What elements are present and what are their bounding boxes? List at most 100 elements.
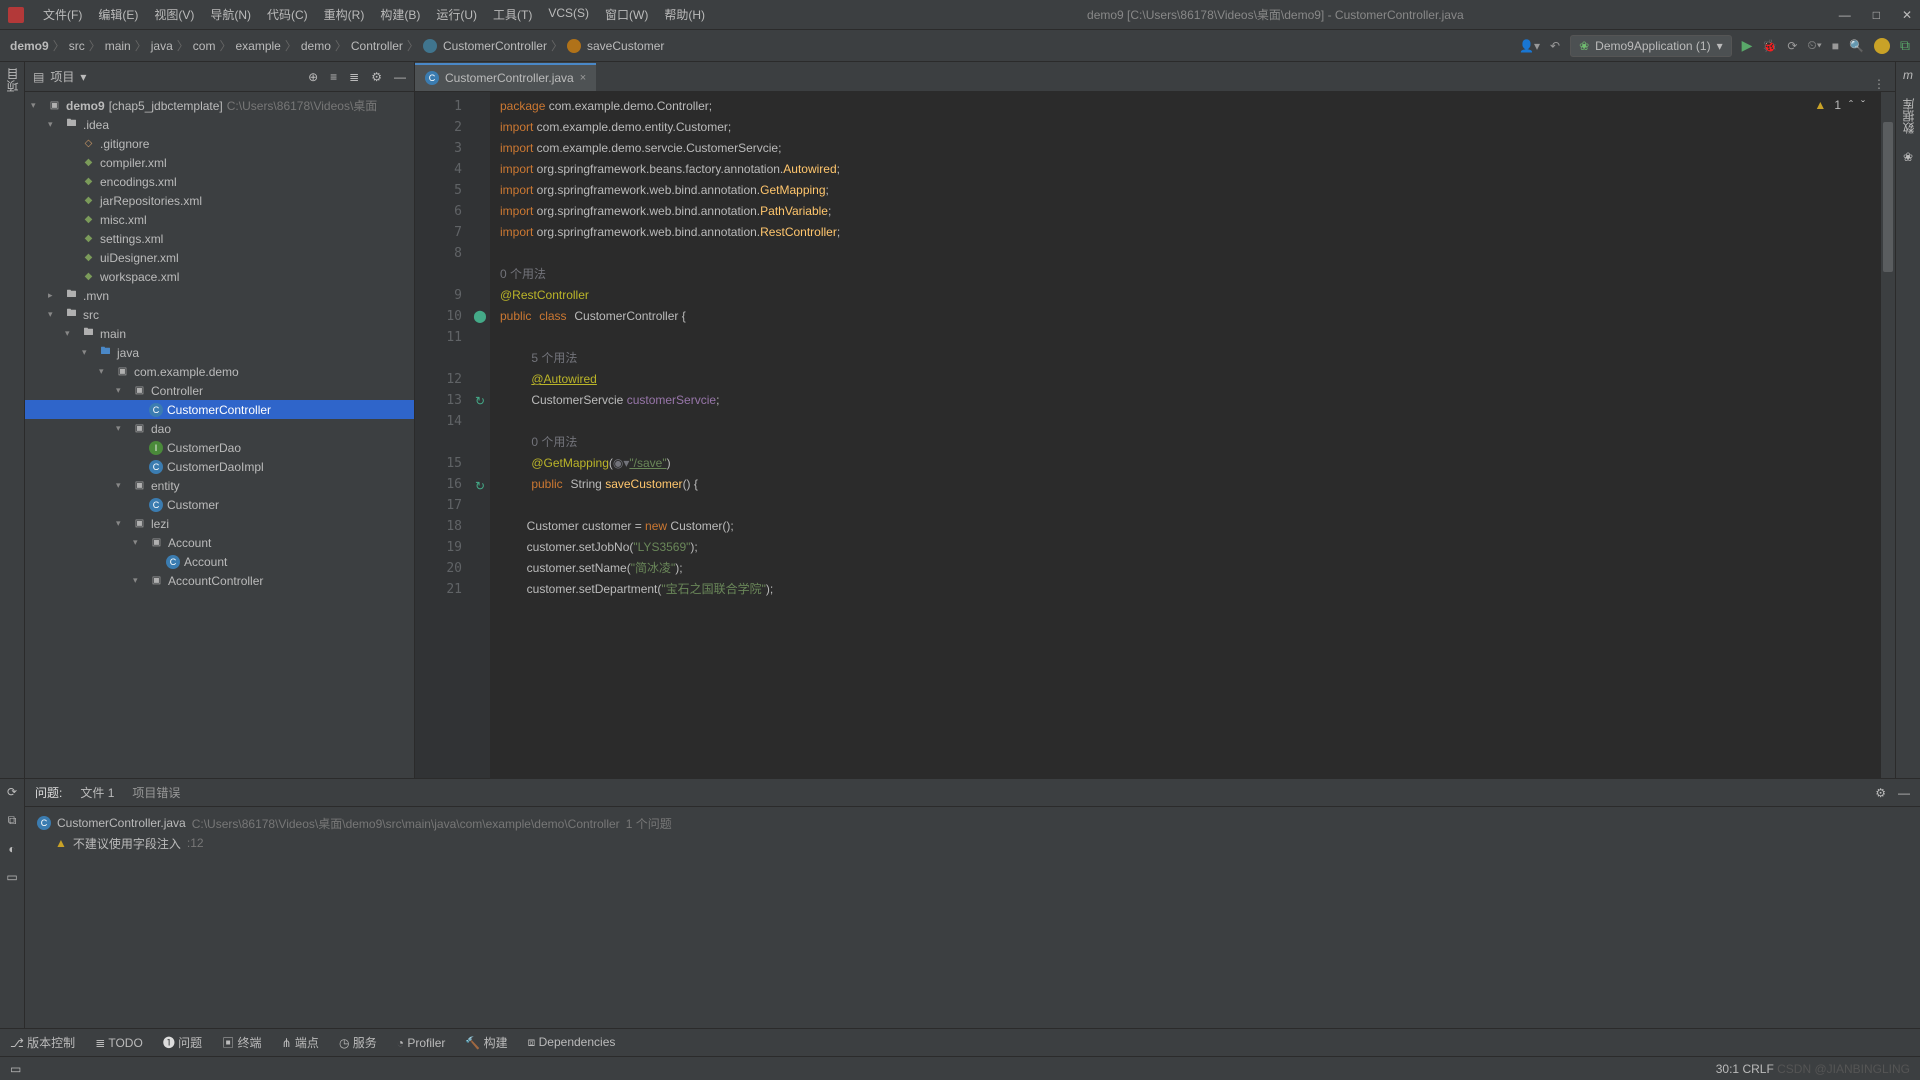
problem-file-row[interactable]: C CustomerController.java C:\Users\86178… <box>37 813 1908 833</box>
tree-node[interactable]: ▾▣Controller <box>25 381 414 400</box>
eye-icon[interactable]: ◐ <box>8 842 15 856</box>
crumb[interactable]: com <box>193 39 216 53</box>
problems-side-strip[interactable]: ⟳ ⧉ ◐ ▭ <box>0 779 25 1028</box>
tree-node[interactable]: CCustomerController <box>25 400 414 419</box>
main-menu[interactable]: 文件(F) 编辑(E) 视图(V) 导航(N) 代码(C) 重构(R) 构建(B… <box>36 2 712 27</box>
filter-icon[interactable]: ⧉ <box>8 813 17 828</box>
maven-icon[interactable]: m <box>1903 68 1913 82</box>
tab-terminal[interactable]: ▣ 终端 <box>222 1034 261 1051</box>
menu-tools[interactable]: 工具(T) <box>486 2 539 27</box>
status-left-icon[interactable]: ▭ <box>10 1062 21 1076</box>
problems-tab-project[interactable]: 项目错误 <box>132 784 180 801</box>
crumb-root[interactable]: demo9 <box>10 39 49 53</box>
tree-node[interactable]: CCustomer <box>25 495 414 514</box>
tab-services[interactable]: ◷ 服务 <box>339 1034 377 1051</box>
project-tree[interactable]: ▾▣ demo9 [chap5_jdbctemplate] C:\Users\8… <box>25 92 414 778</box>
close-tab-icon[interactable]: × <box>580 72 586 84</box>
menu-vcs[interactable]: VCS(S) <box>541 2 596 27</box>
tree-node[interactable]: CAccount <box>25 552 414 571</box>
run-config-selector[interactable]: ❀ Demo9Application (1) ▾ <box>1570 35 1731 57</box>
tab-endpoints[interactable]: ⋔ 端点 <box>282 1034 319 1051</box>
code-area[interactable]: 12345678 91011 121314 15161718192021 ⬤ ↻… <box>415 92 1895 778</box>
update-icon[interactable]: 👤▾ <box>1519 39 1540 53</box>
minimize-icon[interactable]: — <box>1839 8 1851 22</box>
menu-refactor[interactable]: 重构(R) <box>317 2 372 27</box>
run-button[interactable]: ▶ <box>1742 37 1753 54</box>
crumb[interactable]: saveCustomer <box>587 39 664 53</box>
right-tool-strip[interactable]: m 数据库 ❀ <box>1895 62 1920 778</box>
tree-node[interactable]: ▾🖿main <box>25 324 414 343</box>
code-with-me-icon[interactable]: ⧉ <box>1900 37 1910 54</box>
gear-icon[interactable]: ⚙ <box>371 70 382 84</box>
code-text[interactable]: package com.example.demo.Controller; imp… <box>490 92 1895 778</box>
tab-todo[interactable]: ≣ TODO <box>95 1036 143 1050</box>
bottom-tool-tabs[interactable]: ⎇ 版本控制 ≣ TODO ❶ 问题 ▣ 终端 ⋔ 端点 ◷ 服务 ◔ Prof… <box>0 1028 1920 1056</box>
tree-node[interactable]: ◆encodings.xml <box>25 172 414 191</box>
menu-window[interactable]: 窗口(W) <box>598 2 655 27</box>
menu-code[interactable]: 代码(C) <box>260 2 315 27</box>
tab-profiler[interactable]: ◔ Profiler <box>397 1036 446 1050</box>
menu-navigate[interactable]: 导航(N) <box>203 2 258 27</box>
debug-button[interactable]: 🐞 <box>1762 39 1777 53</box>
tree-node[interactable]: ▾▣dao <box>25 419 414 438</box>
stop-button[interactable]: ■ <box>1832 39 1839 53</box>
maximize-icon[interactable]: □ <box>1873 8 1880 22</box>
problems-tab-file[interactable]: 文件 1 <box>80 784 114 801</box>
tree-node[interactable]: ▾▣AccountController <box>25 571 414 590</box>
prev-highlight-icon[interactable]: ˆ <box>1849 98 1853 112</box>
crumb[interactable]: java <box>151 39 173 53</box>
tree-node[interactable]: ▾🖿java <box>25 343 414 362</box>
inspection-bar[interactable]: ▲ 1 ˆ ˇ <box>1814 98 1865 112</box>
tabs-more-icon[interactable]: ⋮ <box>1873 77 1885 91</box>
tree-node[interactable]: ▸🖿.mvn <box>25 286 414 305</box>
back-icon[interactable]: ↶ <box>1550 39 1560 53</box>
editor-scrollbar[interactable] <box>1881 92 1895 778</box>
tree-node[interactable]: ◆uiDesigner.xml <box>25 248 414 267</box>
tab-dependencies[interactable]: ⧈ Dependencies <box>528 1035 616 1050</box>
collapse-all-icon[interactable]: ≣ <box>349 70 359 84</box>
avatar-icon[interactable] <box>1874 38 1890 54</box>
tree-root[interactable]: ▾▣ demo9 [chap5_jdbctemplate] C:\Users\8… <box>25 96 414 115</box>
tree-node[interactable]: ◆jarRepositories.xml <box>25 191 414 210</box>
crumb[interactable]: src <box>69 39 85 53</box>
menu-file[interactable]: 文件(F) <box>36 2 89 27</box>
editor-tabs[interactable]: C CustomerController.java × ⋮ <box>415 62 1895 92</box>
expand-icon[interactable]: ▭ <box>6 870 17 884</box>
bean-icon[interactable]: ❀ <box>1903 150 1913 164</box>
breadcrumb[interactable]: demo9〉 src〉 main〉 java〉 com〉 example〉 de… <box>10 37 664 54</box>
gear-icon[interactable]: ⚙ <box>1875 786 1886 800</box>
line-separator[interactable]: CRLF <box>1742 1062 1773 1076</box>
select-opened-icon[interactable]: ⊕ <box>308 70 318 84</box>
tree-node[interactable]: ▾▣entity <box>25 476 414 495</box>
tree-node[interactable]: CCustomerDaoImpl <box>25 457 414 476</box>
crumb[interactable]: Controller <box>351 39 403 53</box>
profile-button[interactable]: ⏲▾ <box>1807 38 1821 53</box>
tree-node[interactable]: ▾🖿.idea <box>25 115 414 134</box>
crumb[interactable]: main <box>105 39 131 53</box>
crumb[interactable]: CustomerController <box>443 39 547 53</box>
tree-node[interactable]: ◆compiler.xml <box>25 153 414 172</box>
crumb[interactable]: example <box>235 39 280 53</box>
tree-node[interactable]: ▾▣Account <box>25 533 414 552</box>
tab-vcs[interactable]: ⎇ 版本控制 <box>10 1034 75 1051</box>
tree-node[interactable]: ◇.gitignore <box>25 134 414 153</box>
tab-problems[interactable]: ❶ 问题 <box>163 1034 202 1051</box>
menu-run[interactable]: 运行(U) <box>429 2 484 27</box>
tree-node[interactable]: ICustomerDao <box>25 438 414 457</box>
expand-all-icon[interactable]: ≡ <box>330 70 337 84</box>
close-icon[interactable]: ✕ <box>1902 8 1912 22</box>
cursor-position[interactable]: 30:1 <box>1716 1062 1739 1076</box>
tree-node[interactable]: ▾🖿src <box>25 305 414 324</box>
tree-node[interactable]: ◆settings.xml <box>25 229 414 248</box>
tree-node[interactable]: ◆misc.xml <box>25 210 414 229</box>
project-view-label[interactable]: 项目 <box>50 68 74 85</box>
hide-icon[interactable]: — <box>1898 786 1910 800</box>
chevron-down-icon[interactable]: ▾ <box>80 70 86 84</box>
tab-customer-controller[interactable]: C CustomerController.java × <box>415 63 596 91</box>
menu-edit[interactable]: 编辑(E) <box>91 2 145 27</box>
menu-build[interactable]: 构建(B) <box>373 2 427 27</box>
refresh-icon[interactable]: ⟳ <box>7 785 17 799</box>
tab-build[interactable]: 🔨 构建 <box>465 1034 507 1051</box>
crumb[interactable]: demo <box>301 39 331 53</box>
problem-item[interactable]: ▲ 不建议使用字段注入 :12 <box>37 833 1908 853</box>
